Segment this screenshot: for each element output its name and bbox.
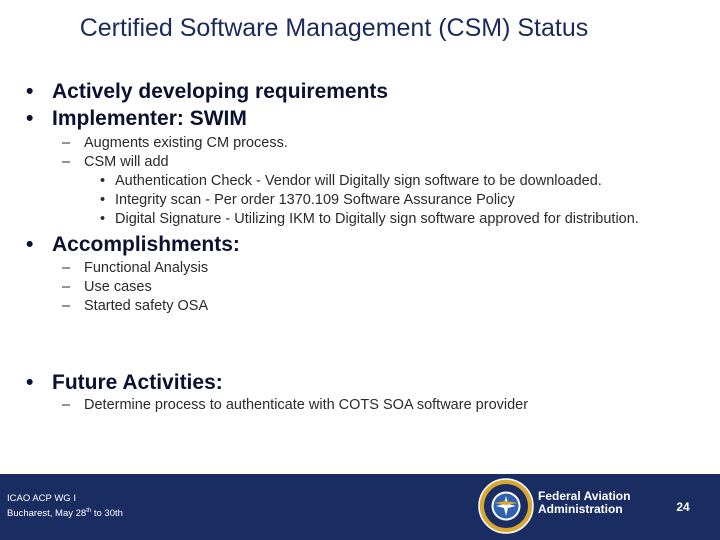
footer-event-line2: Bucharest, May 28th to 30th [7, 505, 123, 520]
bullet-text: Future Activities: [52, 371, 223, 394]
sub-item-text: Determine process to authenticate with C… [84, 397, 529, 413]
sub-sub-item-text: Integrity scan - Per order 1370.109 Soft… [115, 192, 515, 208]
sub-item-text: Augments existing CM process. [84, 135, 288, 151]
sub-item-text: Use cases [84, 279, 152, 295]
footer-event-line1: ICAO ACP WG I [7, 493, 76, 504]
footer-bar: ICAO ACP WG I Bucharest, May 28th to 30t… [0, 474, 720, 540]
footer-event-info: ICAO ACP WG I Bucharest, May 28th to 30t… [7, 492, 123, 520]
dash-glyph: – [62, 279, 71, 295]
faa-seal-icon [478, 478, 534, 534]
bullet-glyph: • [26, 233, 34, 256]
sub-item-text: CSM will add [84, 154, 169, 170]
bullet-glyph: • [26, 371, 34, 394]
sub-item-text: Functional Analysis [84, 260, 209, 276]
dash-glyph: – [62, 154, 71, 170]
page-number: 24 [676, 500, 690, 514]
bullet-glyph: • [100, 211, 106, 227]
sub-sub-item-text: Digital Signature - Utilizing IKM to Dig… [115, 211, 639, 227]
sub-item-text: Started safety OSA [84, 298, 209, 314]
dash-glyph: – [62, 397, 71, 413]
bullet-glyph: • [100, 173, 106, 189]
bullet-glyph: • [26, 107, 34, 130]
agency-name: Federal Aviation Administration [538, 490, 630, 516]
dash-glyph: – [62, 260, 71, 276]
footer-date-prefix: Bucharest, May 28 [7, 508, 87, 520]
slide-title: Certified Software Management (CSM) Stat… [79, 14, 589, 42]
bullet-text: Actively developing requirements [52, 80, 389, 103]
bullet-glyph: • [100, 192, 106, 208]
bullet-text: Accomplishments: [52, 233, 240, 256]
bullet-glyph: • [26, 80, 34, 103]
dash-glyph: – [62, 135, 71, 151]
agency-line2: Administration [538, 502, 623, 516]
dash-glyph: – [62, 298, 71, 314]
sub-sub-item-text: Authentication Check - Vendor will Digit… [115, 173, 602, 189]
footer-date-suffix: to 30th [91, 508, 123, 520]
bullet-text: Implementer: SWIM [52, 107, 247, 130]
